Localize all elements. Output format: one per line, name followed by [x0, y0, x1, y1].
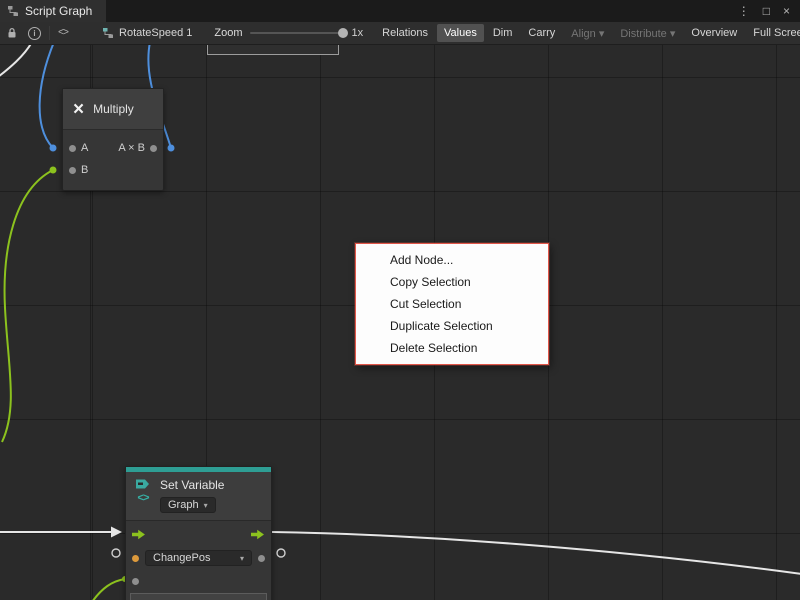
menu-item-copy-selection[interactable]: Copy Selection: [356, 271, 548, 293]
dim-button[interactable]: Dim: [486, 24, 520, 42]
align-button[interactable]: Align ▾: [564, 24, 611, 43]
menu-item-delete-selection[interactable]: Delete Selection: [356, 337, 548, 359]
port-out-label: A × B: [118, 142, 145, 154]
set-variable-header-text: Set Variable Graph ▾: [160, 478, 224, 513]
multiply-node-body: A A × B B: [63, 130, 163, 190]
breadcrumb-label: RotateSpeed 1: [119, 27, 192, 39]
chevron-down-icon: ▾: [240, 554, 244, 563]
zoom-control: Zoom 1x: [214, 27, 363, 39]
set-variable-title: Set Variable: [160, 478, 224, 492]
carry-button[interactable]: Carry: [521, 24, 562, 42]
multiply-node-header[interactable]: × Multiply: [63, 89, 163, 130]
tab-title: Script Graph: [25, 4, 92, 18]
titlebar: Script Graph ⋮ □ ×: [0, 0, 800, 22]
tab-script-graph[interactable]: Script Graph: [0, 0, 106, 22]
port-a-label: A: [81, 142, 88, 154]
relations-button[interactable]: Relations: [375, 24, 435, 42]
zoom-slider-knob[interactable]: [338, 28, 348, 38]
window-controls: ⋮ □ ×: [738, 4, 800, 18]
close-icon[interactable]: ×: [783, 4, 790, 18]
overview-button[interactable]: Overview: [684, 24, 744, 42]
menu-item-add-node[interactable]: Add Node...: [356, 249, 548, 271]
port-b-label: B: [81, 164, 88, 176]
variable-code-icon: <>: [137, 493, 148, 505]
new-value-input-port[interactable]: [132, 578, 139, 585]
code-icon[interactable]: <>: [58, 25, 68, 41]
info-icon[interactable]: i: [28, 25, 41, 41]
port-out-output[interactable]: [150, 145, 157, 152]
variable-name-value: ChangePos: [153, 552, 211, 564]
zoom-value: 1x: [352, 27, 364, 39]
set-variable-icon: <>: [134, 478, 152, 513]
variable-input-port[interactable]: [132, 555, 139, 562]
script-graph-icon: [7, 5, 19, 17]
variable-output-port[interactable]: [258, 555, 265, 562]
window-menu-icon[interactable]: ⋮: [738, 4, 750, 18]
port-b-input[interactable]: [69, 167, 76, 174]
port-row-a: A A × B: [63, 137, 163, 159]
variable-name-dropdown[interactable]: ChangePos ▾: [145, 550, 252, 566]
variable-scope-dropdown[interactable]: Graph ▾: [160, 497, 216, 513]
clipped-node-field[interactable]: [207, 44, 339, 55]
zoom-label: Zoom: [214, 27, 242, 39]
variable-value-row: ChangePos ▾: [126, 544, 271, 570]
flow-output-arrow-icon[interactable]: [251, 529, 265, 540]
port-a-input[interactable]: [69, 145, 76, 152]
port-row-b: B: [63, 159, 163, 181]
graph-breadcrumb[interactable]: RotateSpeed 1: [102, 27, 192, 39]
multiply-node-title: Multiply: [93, 102, 134, 116]
unity-script-graph-window: Script Graph ⋮ □ × i <> R: [0, 0, 800, 600]
multiply-icon: ×: [73, 100, 84, 119]
flow-port-row: [126, 521, 271, 544]
menu-item-duplicate-selection[interactable]: Duplicate Selection: [356, 315, 548, 337]
graph-toolbar: i <> RotateSpeed 1 Zoom 1x Relations Val…: [0, 22, 800, 45]
toolbar-buttons: Relations Values Dim Carry Align ▾ Distr…: [375, 24, 800, 43]
full-screen-button[interactable]: Full Screen: [746, 24, 800, 42]
set-variable-header[interactable]: <> Set Variable Graph ▾: [126, 472, 271, 521]
zoom-slider[interactable]: [250, 32, 345, 34]
values-button[interactable]: Values: [437, 24, 484, 42]
value-input-row: [126, 570, 271, 585]
context-menu: Add Node... Copy Selection Cut Selection…: [355, 243, 549, 365]
multiply-node[interactable]: × Multiply A A × B B: [62, 88, 164, 191]
maximize-icon[interactable]: □: [763, 4, 770, 18]
set-variable-node[interactable]: <> Set Variable Graph ▾ ChangePos ▾: [125, 466, 272, 600]
toolbar-divider: [49, 26, 50, 40]
variable-scope-value: Graph: [168, 499, 199, 511]
breadcrumb-graph-icon: [102, 27, 114, 39]
chevron-down-icon: ▾: [204, 501, 208, 510]
lock-icon[interactable]: [6, 25, 18, 41]
menu-item-cut-selection[interactable]: Cut Selection: [356, 293, 548, 315]
distribute-button[interactable]: Distribute ▾: [613, 24, 682, 43]
inline-value-field[interactable]: [130, 593, 267, 600]
flow-input-arrow-icon[interactable]: [132, 529, 146, 540]
